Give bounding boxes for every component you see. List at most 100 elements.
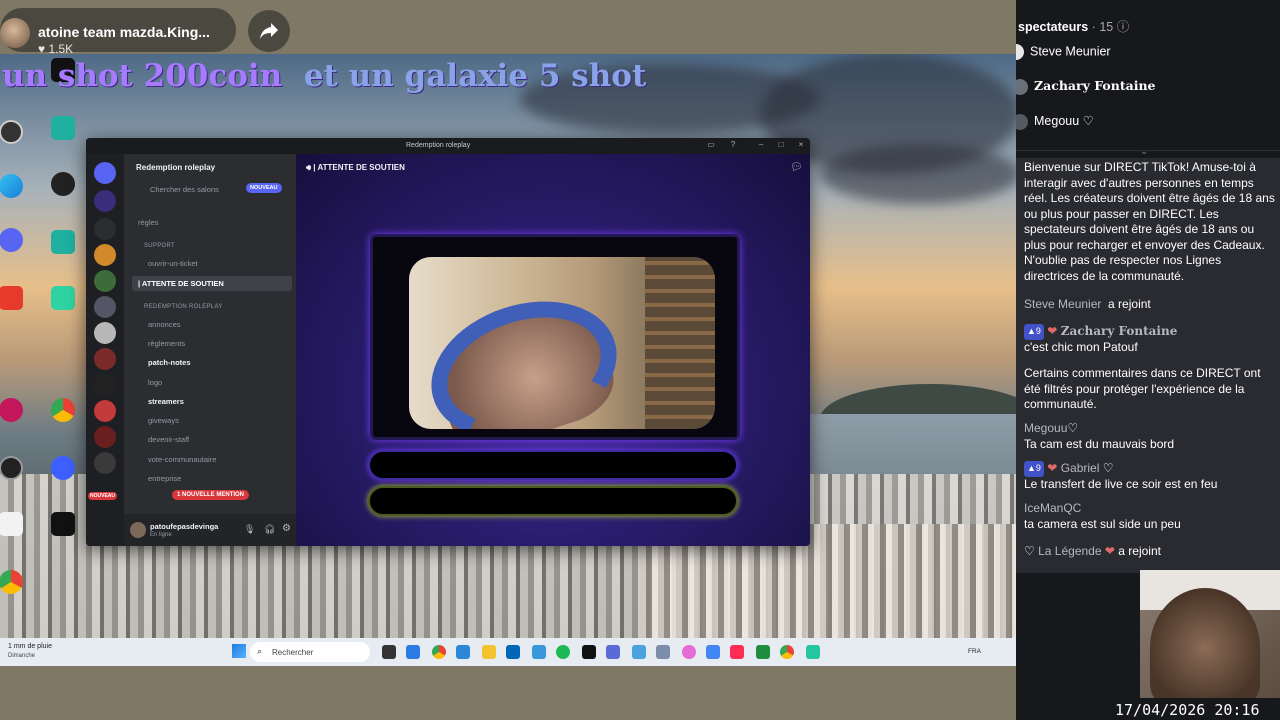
windows-start-icon[interactable] (232, 644, 246, 658)
edge-icon[interactable] (456, 645, 470, 659)
audio-app-icon[interactable] (48, 512, 78, 538)
viewer-item[interactable]: Megouu ♡ (1016, 113, 1094, 130)
chrome-icon[interactable] (780, 645, 794, 659)
server-icon[interactable] (94, 244, 116, 266)
vscode-icon[interactable] (406, 645, 420, 659)
chrome-icon[interactable] (432, 645, 446, 659)
server-icon[interactable] (94, 190, 116, 212)
server-icon[interactable] (94, 452, 116, 474)
server-name[interactable]: Redemption roleplay (136, 163, 215, 172)
chat-username[interactable]: Gabriel (1061, 461, 1100, 475)
edge-icon[interactable] (0, 174, 26, 200)
vscode-icon[interactable] (48, 116, 78, 142)
server-icon[interactable] (94, 426, 116, 448)
app-icon[interactable] (656, 645, 670, 659)
viewer-item[interactable]: Steve Meunier (1016, 44, 1111, 60)
server-icon[interactable] (94, 270, 116, 292)
taskbar-search[interactable]: ⌕ Rechercher (250, 642, 370, 662)
app-icon[interactable] (48, 230, 78, 256)
spotify-icon[interactable] (556, 645, 570, 659)
streamer-name[interactable]: atoine team mazda.King... (38, 24, 210, 40)
heart-icon: ♡ (1082, 114, 1094, 128)
chat-username[interactable]: La Légende (1038, 544, 1101, 558)
fivem-icon[interactable] (0, 286, 26, 312)
channel-item[interactable]: règles (138, 218, 158, 227)
settings-gear-icon[interactable]: ⚙ (282, 523, 291, 534)
channel-item[interactable]: entreprise (148, 474, 181, 483)
maximize-icon[interactable]: □ (776, 140, 786, 150)
app-icon[interactable] (606, 645, 620, 659)
heart-icon: ❤ (1104, 544, 1115, 558)
help-icon[interactable]: ? (728, 140, 738, 150)
server-icon[interactable] (94, 322, 116, 344)
chevron-down-icon[interactable]: ⌄ (1140, 146, 1148, 157)
streamer-info[interactable]: atoine team mazda.King... ♥ 1.5K (0, 8, 236, 56)
discord-desktop-icon[interactable] (0, 228, 26, 254)
channel-item[interactable]: annonces (148, 320, 181, 329)
game-launcher-icon[interactable] (0, 512, 26, 538)
server-icon[interactable] (94, 374, 116, 396)
chat-username[interactable]: Megouu (1024, 421, 1067, 435)
channel-item[interactable]: giveways (148, 416, 179, 425)
server-icon[interactable] (94, 296, 116, 318)
store-icon[interactable] (506, 645, 520, 659)
chat-bubble-icon[interactable]: 💬︎ (790, 162, 803, 173)
server-icon[interactable] (94, 348, 116, 370)
channel-item[interactable]: logo (148, 378, 162, 387)
mail-icon[interactable] (532, 645, 546, 659)
discord-window[interactable]: Redemption roleplay ▭ ? – □ × NOUVEAU Re… (86, 138, 810, 546)
viewer-item[interactable]: Zachary Fontaine (1016, 78, 1156, 95)
info-icon[interactable]: ⓘ (1117, 20, 1130, 34)
channel-item[interactable]: vote-communautaire (148, 455, 216, 464)
language-indicator[interactable]: FRA (968, 648, 981, 655)
streamlabs-icon[interactable] (48, 286, 78, 312)
streamer-avatar[interactable] (0, 18, 30, 48)
window-titlebar[interactable]: Redemption roleplay ▭ ? – □ × (86, 138, 810, 154)
inbox-icon[interactable]: ▭ (706, 140, 716, 150)
channel-item[interactable]: streamers (148, 397, 184, 406)
chat-username[interactable]: Steve Meunier (1024, 297, 1101, 311)
chat-message-text: ta camera est sul side un peu (1024, 516, 1181, 531)
obs-studio-icon[interactable] (48, 172, 78, 198)
viewers-header[interactable]: spectateurs · 15 ⓘ (1018, 16, 1129, 35)
chrome-icon[interactable] (0, 570, 26, 596)
channel-item-selected[interactable]: | ATTENTE DE SOUTIEN (132, 276, 292, 291)
share-button[interactable] (248, 10, 290, 52)
tiktok-icon[interactable] (730, 645, 744, 659)
app-icon[interactable] (0, 398, 26, 424)
user-name[interactable]: patoufepasdevinga (150, 522, 218, 531)
category-redemption[interactable]: REDEMPTION ROLEPLAY (144, 304, 223, 310)
close-icon[interactable]: × (796, 140, 806, 150)
chat-username[interactable]: IceManQC (1024, 501, 1081, 515)
discord-home-icon[interactable] (94, 162, 116, 184)
channel-item[interactable]: devenir-staff (148, 435, 189, 444)
desktop-icon[interactable] (0, 120, 26, 146)
app-icon[interactable] (582, 645, 596, 659)
user-avatar[interactable] (130, 522, 146, 538)
app-icon[interactable] (756, 645, 770, 659)
weather-widget[interactable]: 1 mm de pluie (8, 643, 52, 650)
new-mention-badge[interactable]: 1 NOUVELLE MENTION (172, 490, 250, 500)
microphone-icon[interactable]: 🎙︎ (244, 524, 255, 535)
obs-lens-icon[interactable] (0, 456, 26, 482)
heart-icon: ❤ (1047, 461, 1058, 475)
server-icon[interactable] (94, 400, 116, 422)
server-icon[interactable] (94, 218, 116, 240)
headphones-icon[interactable]: 🎧︎ (264, 524, 275, 535)
chrome-icon[interactable] (48, 398, 78, 424)
nordvpn-icon[interactable] (48, 456, 78, 482)
minimize-icon[interactable]: – (756, 140, 766, 150)
category-support[interactable]: SUPPORT (144, 243, 175, 249)
task-view-icon[interactable] (382, 645, 396, 659)
channel-item[interactable]: règlements (148, 339, 185, 348)
file-explorer-icon[interactable] (482, 645, 496, 659)
overlay-bar (368, 486, 738, 516)
app-icon[interactable] (706, 645, 720, 659)
search-channels[interactable]: Chercher des salons (150, 185, 219, 194)
app-icon[interactable] (806, 645, 820, 659)
channel-item[interactable]: ouvrir-un-ticket (148, 259, 198, 268)
channel-item[interactable]: patch-notes (148, 358, 191, 367)
discord-taskbar-icon[interactable] (682, 645, 696, 659)
chat-username[interactable]: Zachary Fontaine (1061, 324, 1178, 338)
app-icon[interactable] (632, 645, 646, 659)
